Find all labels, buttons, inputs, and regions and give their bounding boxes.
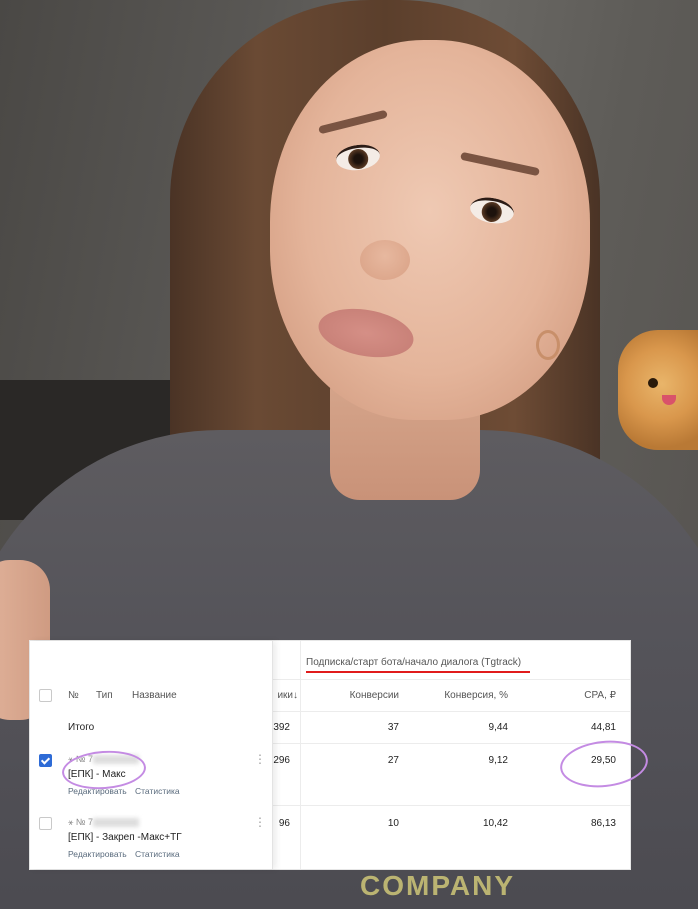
total-cpa: 44,81 bbox=[590, 722, 616, 733]
face bbox=[270, 40, 590, 420]
header-number[interactable]: № bbox=[68, 690, 79, 701]
earring bbox=[536, 330, 560, 360]
plush-toy bbox=[618, 330, 698, 450]
row-checkbox[interactable] bbox=[39, 817, 52, 830]
header-type[interactable]: Тип bbox=[96, 690, 113, 701]
edit-link[interactable]: Редактировать bbox=[68, 849, 127, 859]
more-options-icon[interactable]: ⋮ bbox=[254, 753, 266, 765]
row-clicks: 296 bbox=[273, 755, 290, 766]
campaign-id: ⚹ № 7 bbox=[68, 817, 140, 828]
header-name[interactable]: Название bbox=[132, 690, 177, 701]
shirt-print: COMPANY bbox=[360, 870, 516, 901]
campaign-id-prefix: № 7 bbox=[75, 817, 94, 827]
more-options-icon[interactable]: ⋮ bbox=[254, 816, 266, 828]
column-divider bbox=[300, 641, 301, 869]
nose bbox=[360, 240, 410, 280]
row-clicks: 96 bbox=[278, 818, 290, 829]
total-conversion-rate: 9,44 bbox=[488, 722, 508, 733]
stats-link[interactable]: Статистика bbox=[135, 786, 180, 796]
campaign-stats-table: Подписка/старт бота/начало диалога (Tgtr… bbox=[30, 641, 651, 869]
stats-link[interactable]: Статистика bbox=[135, 849, 180, 859]
row-checkbox[interactable] bbox=[39, 754, 52, 767]
total-label: Итого bbox=[68, 722, 95, 733]
total-clicks: 392 bbox=[273, 722, 290, 733]
campaign-name[interactable]: [ЕПК] - Закреп -Макс+ТГ bbox=[68, 832, 182, 843]
row-conversion-rate: 10,42 bbox=[482, 818, 508, 829]
select-all-checkbox[interactable] bbox=[39, 689, 52, 702]
redacted-id bbox=[93, 818, 140, 828]
row-conversion-rate: 9,12 bbox=[488, 755, 508, 766]
header-conversion-rate[interactable]: Конверсия, % bbox=[420, 690, 508, 701]
row-cpa: 86,13 bbox=[590, 818, 616, 829]
plush-eye bbox=[648, 378, 658, 388]
goal-underline bbox=[306, 671, 530, 673]
total-conversions: 37 bbox=[387, 722, 399, 733]
header-cpa[interactable]: CPA, ₽ bbox=[550, 690, 616, 701]
row-conversions: 10 bbox=[387, 818, 399, 829]
row-conversions: 27 bbox=[387, 755, 399, 766]
header-clicks[interactable]: ики↓ bbox=[272, 690, 298, 701]
header-conversions[interactable]: Конверсии bbox=[330, 690, 399, 701]
conversion-goal-title[interactable]: Подписка/старт бота/начало диалога (Tgtr… bbox=[306, 657, 521, 668]
campaign-type-icon: ⚹ bbox=[68, 817, 76, 827]
